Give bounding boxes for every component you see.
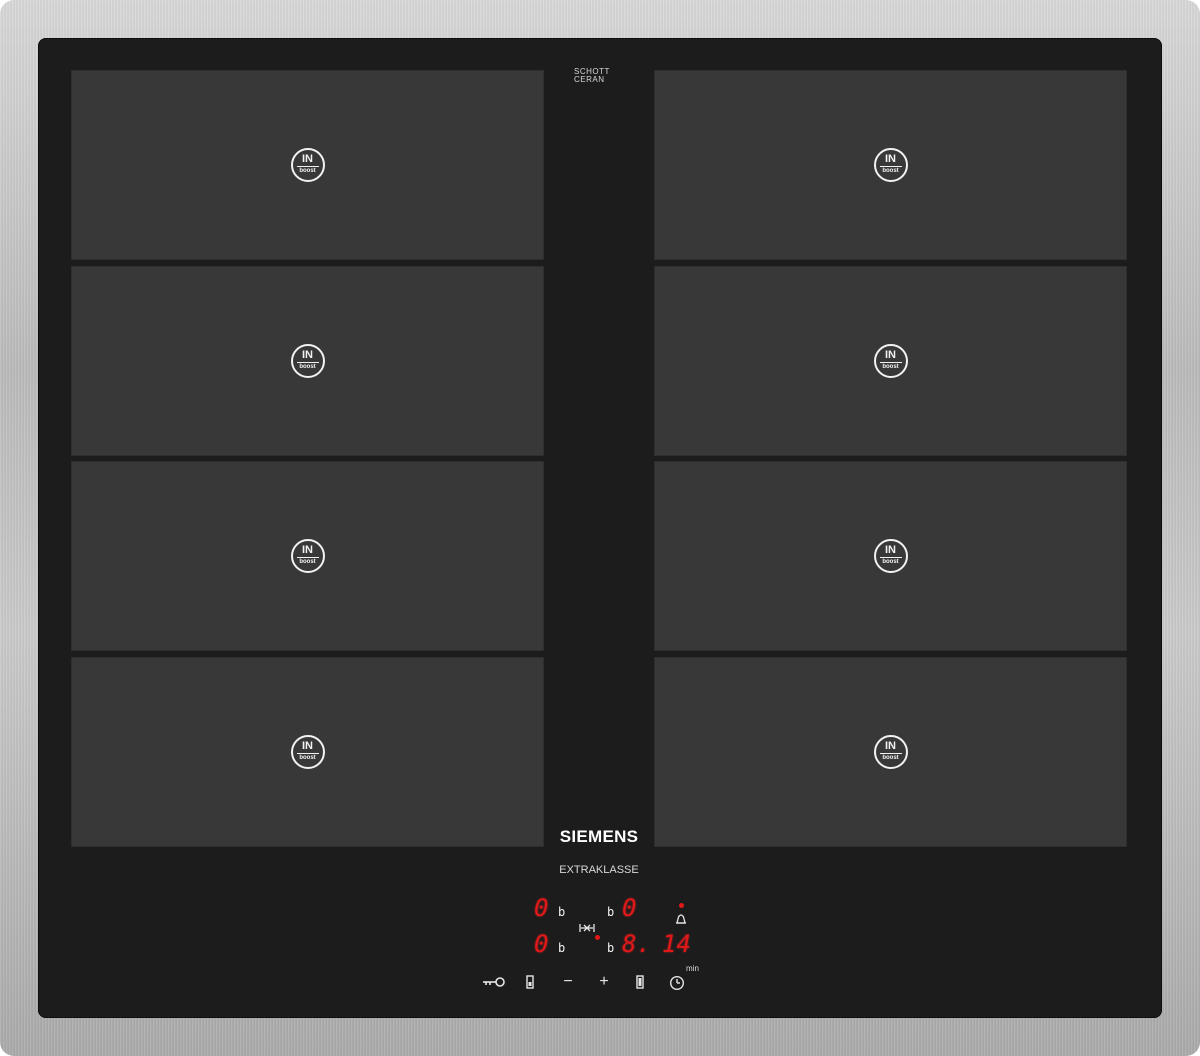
- plus-button[interactable]: +: [595, 974, 613, 990]
- boost-indicator-front-left: b: [558, 905, 566, 919]
- cooking-zone-left-1[interactable]: IN boost: [71, 70, 544, 260]
- boost-indicator-front-right: b: [607, 905, 615, 919]
- induction-boost-icon: IN boost: [290, 539, 325, 573]
- key-lock-icon[interactable]: [482, 975, 506, 989]
- timer-minutes-display: 14: [662, 930, 691, 958]
- brand-logo: SIEMENS: [559, 827, 639, 846]
- boost-indicator-back-left: b: [558, 941, 566, 955]
- series-label: EXTRAKLASSE: [559, 864, 639, 876]
- cooking-zone-left-4[interactable]: IN boost: [71, 657, 544, 847]
- cooking-zone-right-4[interactable]: IN boost: [654, 657, 1127, 847]
- timer-unit-label: min: [686, 964, 699, 973]
- cooking-zone-right-2[interactable]: IN boost: [654, 266, 1127, 456]
- induction-boost-icon: IN boost: [873, 735, 908, 769]
- clock-icon[interactable]: [669, 975, 685, 991]
- induction-boost-icon: IN boost: [290, 344, 325, 378]
- bell-icon[interactable]: [674, 912, 690, 926]
- induction-boost-icon: IN boost: [290, 148, 325, 182]
- minus-button[interactable]: −: [559, 974, 577, 990]
- zone-level-front-left: 0: [534, 894, 549, 922]
- cooking-zone-left-2[interactable]: IN boost: [71, 266, 544, 456]
- zone-level-back-right: 8.: [622, 930, 651, 958]
- cooking-zone-right-3[interactable]: IN boost: [654, 461, 1127, 651]
- flex-zone-icon[interactable]: [579, 922, 595, 934]
- boost-indicator-back-right: b: [607, 941, 615, 955]
- induction-boost-icon: IN boost: [290, 735, 325, 769]
- induction-boost-icon: IN boost: [873, 539, 908, 573]
- cooking-zone-right-1[interactable]: IN boost: [654, 70, 1127, 260]
- induction-boost-icon: IN boost: [873, 148, 908, 182]
- cooking-zone-left-3[interactable]: IN boost: [71, 461, 544, 651]
- zone-level-front-right: 0: [622, 894, 637, 922]
- stainless-steel-frame: IN boost IN boost IN boost IN boost IN b…: [0, 0, 1200, 1056]
- induction-boost-icon: IN boost: [873, 344, 908, 378]
- flex-indicator-dot: [595, 935, 600, 940]
- zone-select-left-icon[interactable]: [525, 975, 535, 989]
- ceramic-glass-cooktop: IN boost IN boost IN boost IN boost IN b…: [38, 38, 1162, 1018]
- alarm-indicator-dot: [679, 903, 684, 908]
- zone-select-right-icon[interactable]: [635, 975, 645, 989]
- zone-level-back-left: 0: [534, 930, 549, 958]
- schott-ceran-logo: SCHOTT CERAN: [574, 67, 610, 84]
